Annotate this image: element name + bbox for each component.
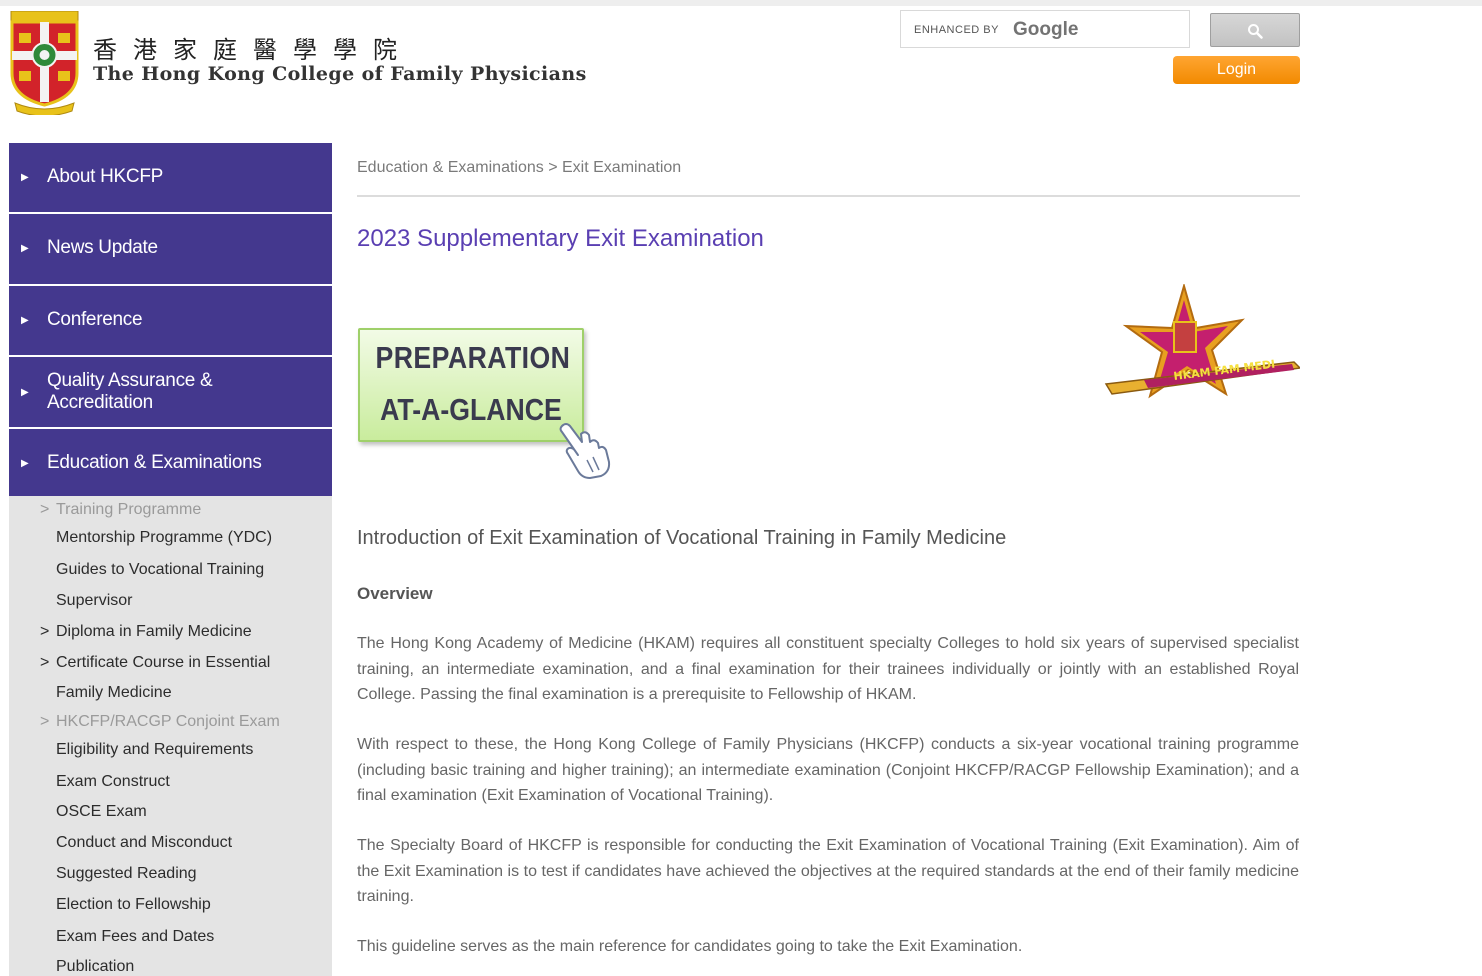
education-subnav: > Training Programme Mentorship Programme…	[9, 496, 332, 976]
sidebar-item-conference[interactable]: ▶ Conference	[9, 286, 332, 357]
caret-right-icon: ▶	[21, 387, 29, 398]
subnav-election-fellowship[interactable]: Election to Fellowship	[56, 896, 211, 914]
page-title: 2023 Supplementary Exit Examination	[357, 225, 764, 252]
subnav-osce-exam[interactable]: OSCE Exam	[56, 803, 147, 821]
caret-right-icon: ▶	[21, 172, 29, 183]
star-badge-image: HKAM FAM MEDI	[1104, 284, 1300, 399]
paragraph-4: This guideline serves as the main refere…	[357, 938, 1023, 955]
subnav-training-programme[interactable]: > Training Programme	[40, 501, 201, 519]
subnav-conjoint-exam[interactable]: > HKCFP/RACGP Conjoint Exam	[40, 713, 280, 731]
subnav-exam-construct[interactable]: Exam Construct	[56, 773, 170, 791]
top-strip	[0, 0, 1482, 6]
subnav-supervisor[interactable]: Supervisor	[56, 592, 132, 610]
search-button[interactable]	[1210, 13, 1300, 47]
caret-right-icon: ▶	[21, 243, 29, 254]
sidebar-item-label: News Update	[47, 237, 158, 258]
subnav-eligibility[interactable]: Eligibility and Requirements	[56, 741, 253, 759]
subnav-suggested-reading[interactable]: Suggested Reading	[56, 865, 197, 883]
subnav-diploma-family-medicine[interactable]: > Diploma in Family Medicine	[40, 623, 252, 641]
caret-right-icon: ▶	[21, 458, 29, 469]
overview-heading: Overview	[357, 584, 433, 603]
pointing-hand-icon	[559, 423, 611, 479]
caret-right-icon: ▶	[21, 315, 29, 326]
subnav-publication[interactable]: Publication	[56, 958, 134, 976]
breadcrumb-divider	[357, 195, 1300, 197]
subnav-mentorship-programme[interactable]: Mentorship Programme (YDC)	[56, 529, 272, 547]
subnav-exam-fees-dates[interactable]: Exam Fees and Dates	[56, 928, 214, 946]
breadcrumb[interactable]: Education & Examinations > Exit Examinat…	[357, 159, 681, 177]
college-name-english: The Hong Kong College of Family Physicia…	[93, 63, 587, 85]
sidebar-item-quality-assurance[interactable]: ▶ Quality Assurance & Accreditation	[9, 357, 332, 429]
sidebar-item-news[interactable]: ▶ News Update	[9, 214, 332, 286]
intro-heading: Introduction of Exit Examination of Voca…	[357, 527, 1007, 549]
search-input[interactable]: ENHANCED BY Google	[900, 10, 1190, 48]
google-logo-text: Google	[1013, 19, 1079, 40]
sidebar-item-label: Conference	[47, 309, 143, 330]
prep-line2: AT-A-GLANCE	[380, 392, 562, 427]
sidebar-item-about[interactable]: ▶ About HKCFP	[9, 143, 332, 214]
search-enhanced-by-text: ENHANCED BY	[914, 24, 999, 36]
prep-line1: PREPARATION	[375, 340, 571, 375]
search-icon	[1248, 24, 1263, 39]
paragraph-3: The Specialty Board of HKCFP is responsi…	[357, 837, 1299, 905]
paragraph-1: The Hong Kong Academy of Medicine (HKAM)…	[357, 635, 1299, 703]
sidebar-nav: ▶ About HKCFP ▶ News Update ▶ Conference…	[9, 143, 332, 976]
subnav-certificate-course[interactable]: > Certificate Course in Essential	[40, 654, 270, 672]
subnav-conduct-misconduct[interactable]: Conduct and Misconduct	[56, 834, 232, 852]
sidebar-item-label: About HKCFP	[47, 166, 164, 187]
preparation-at-a-glance-button[interactable]: PREPARATION AT-A-GLANCE	[358, 328, 584, 442]
sidebar-item-label: Education & Examinations	[47, 452, 262, 473]
subnav-guides-vocational-training[interactable]: Guides to Vocational Training	[56, 561, 264, 579]
sidebar-item-label: Quality Assurance & Accreditation	[47, 370, 213, 413]
subnav-certificate-course-cont[interactable]: Family Medicine	[56, 684, 172, 702]
college-name-chinese: 香港家庭醫學學院	[93, 36, 413, 64]
college-crest-logo[interactable]	[9, 11, 80, 115]
login-button[interactable]: Login	[1173, 56, 1300, 84]
paragraph-2: With respect to these, the Hong Kong Col…	[357, 736, 1299, 804]
sidebar-item-education[interactable]: ▶ Education & Examinations	[9, 429, 332, 496]
